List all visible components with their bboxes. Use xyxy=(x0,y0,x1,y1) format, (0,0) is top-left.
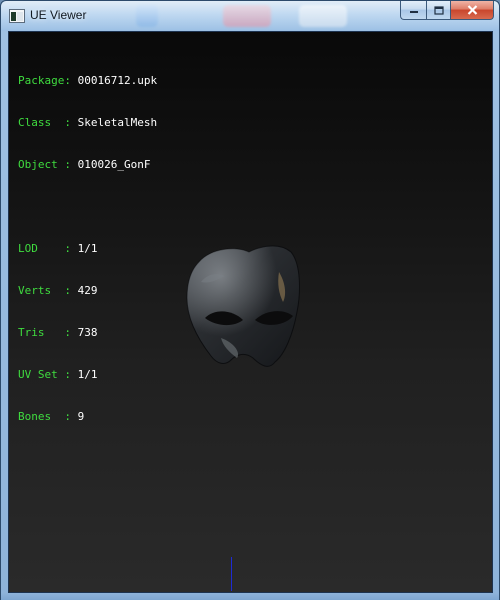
maximize-icon xyxy=(433,5,444,15)
desktop-blur xyxy=(136,5,158,27)
info-object: Object : 010026_GonF xyxy=(18,158,157,172)
axis-line xyxy=(231,557,232,591)
info-label: Bones : xyxy=(18,410,78,423)
info-tris: Tris : 738 xyxy=(18,326,157,340)
minimize-icon xyxy=(409,11,418,13)
info-spacer xyxy=(18,200,157,214)
viewer-window-icon[interactable] xyxy=(9,8,25,23)
info-value: 1/1 xyxy=(77,368,98,381)
info-label: Package: xyxy=(18,74,78,87)
info-label: UV Set : xyxy=(18,368,78,381)
window-title: UE Viewer xyxy=(30,8,87,22)
info-lod: LOD : 1/1 xyxy=(18,242,157,256)
info-label: LOD : xyxy=(18,242,78,255)
info-class: Class : SkeletalMesh xyxy=(18,116,157,130)
app-window: UE Viewer Package: 00016712.upk Class: … xyxy=(0,0,500,600)
minimize-button[interactable] xyxy=(400,1,426,20)
desktop-blur xyxy=(299,5,347,27)
info-value: 738 xyxy=(77,326,98,339)
mask-mesh[interactable] xyxy=(181,242,303,372)
title-bar[interactable]: UE Viewer xyxy=(1,1,499,31)
info-value: 1/1 xyxy=(77,242,98,255)
window-bottom-frame xyxy=(1,593,499,600)
info-uvset: UV Set : 1/1 xyxy=(18,368,157,382)
info-label: Tris : xyxy=(18,326,78,339)
info-bones: Bones : 9 xyxy=(18,410,157,424)
info-value: 9 xyxy=(77,410,85,423)
info-label: Verts : xyxy=(18,284,78,297)
desktop-blur xyxy=(223,5,271,27)
info-value: 429 xyxy=(77,284,98,297)
close-icon xyxy=(467,5,477,15)
info-package: Package: 00016712.upk xyxy=(18,74,157,88)
info-label: Class : xyxy=(18,116,78,129)
info-label: Object : xyxy=(18,158,78,171)
window-controls xyxy=(400,1,494,20)
info-value: SkeletalMesh xyxy=(77,116,158,129)
info-value: 00016712.upk xyxy=(77,74,158,87)
info-verts: Verts : 429 xyxy=(18,284,157,298)
maximize-button[interactable] xyxy=(426,1,451,20)
mesh-info-overlay: Package: 00016712.upk Class : SkeletalMe… xyxy=(18,46,157,452)
close-button[interactable] xyxy=(451,1,494,20)
render-viewport[interactable]: Package: 00016712.upk Class : SkeletalMe… xyxy=(8,31,493,593)
info-value: 010026_GonF xyxy=(77,158,151,171)
